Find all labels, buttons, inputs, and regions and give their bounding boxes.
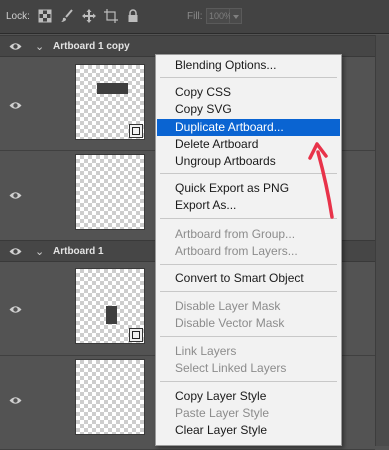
shape-preview — [106, 306, 117, 324]
fill-input[interactable]: 100% — [206, 8, 232, 24]
annotation-arrow-icon — [308, 142, 334, 219]
eye-icon[interactable] — [9, 40, 22, 53]
menu-separator — [160, 264, 337, 265]
menu-item-paste-layer-style: Paste Layer Style — [175, 406, 270, 420]
menu-item-convert-smart-object[interactable]: Convert to Smart Object — [157, 270, 340, 287]
menu-separator — [160, 291, 337, 292]
menu-item-copy-css[interactable]: Copy CSS — [157, 84, 340, 101]
artboard-badge-icon — [129, 124, 143, 138]
eye-icon[interactable] — [9, 394, 22, 407]
scrollbar[interactable] — [375, 35, 389, 446]
menu-item-clear-layer-style[interactable]: Clear Layer Style — [157, 422, 340, 439]
lock-transparent-icon[interactable] — [38, 9, 52, 23]
menu-item-artboard-from-layers: Artboard from Layers... — [175, 244, 298, 258]
menu-item-copy-svg[interactable]: Copy SVG — [157, 101, 340, 118]
eye-icon[interactable] — [9, 303, 22, 316]
menu-separator — [160, 77, 337, 78]
menu-item-copy-layer-style[interactable]: Copy Layer Style — [157, 388, 340, 405]
lock-all-icon[interactable] — [126, 9, 140, 23]
artboard-group-name: Artboard 1 — [53, 246, 104, 257]
lock-artboard-icon[interactable] — [104, 9, 118, 23]
menu-item-select-linked-layers: Select Linked Layers — [175, 361, 287, 375]
eye-icon[interactable] — [9, 189, 22, 202]
layer-thumbnail — [75, 154, 145, 230]
context-menu: Blending Options... Copy CSS Copy SVG Du… — [155, 54, 342, 446]
menu-item-blending-options[interactable]: Blending Options... — [157, 57, 340, 74]
menu-item-disable-vector-mask: Disable Vector Mask — [175, 316, 285, 330]
lock-brush-icon[interactable] — [60, 9, 74, 23]
menu-separator — [160, 381, 337, 382]
chevron-down-icon[interactable]: ⌄ — [35, 40, 44, 53]
artboard-badge-icon — [129, 328, 143, 342]
layer-thumbnail — [75, 268, 145, 344]
fill-label: Fill: — [187, 11, 203, 22]
eye-icon[interactable] — [9, 99, 22, 112]
menu-item-disable-layer-mask: Disable Layer Mask — [175, 299, 281, 313]
layer-thumbnail — [75, 359, 145, 435]
menu-item-artboard-from-group: Artboard from Group... — [175, 227, 296, 241]
menu-separator — [160, 336, 337, 337]
layer-thumbnail — [75, 64, 145, 140]
lock-move-icon[interactable] — [82, 9, 96, 23]
fill-dropdown-icon[interactable] — [230, 8, 242, 24]
menu-item-duplicate-artboard[interactable]: Duplicate Artboard... — [157, 119, 340, 136]
eye-icon[interactable] — [9, 245, 22, 258]
shape-preview — [97, 83, 128, 94]
lock-label: Lock: — [6, 11, 30, 22]
layers-lock-bar: Lock: Fill: 100% — [0, 0, 389, 34]
artboard-group-name: Artboard 1 copy — [53, 41, 130, 52]
menu-item-link-layers: Link Layers — [175, 344, 237, 358]
chevron-down-icon[interactable]: ⌄ — [35, 245, 44, 258]
